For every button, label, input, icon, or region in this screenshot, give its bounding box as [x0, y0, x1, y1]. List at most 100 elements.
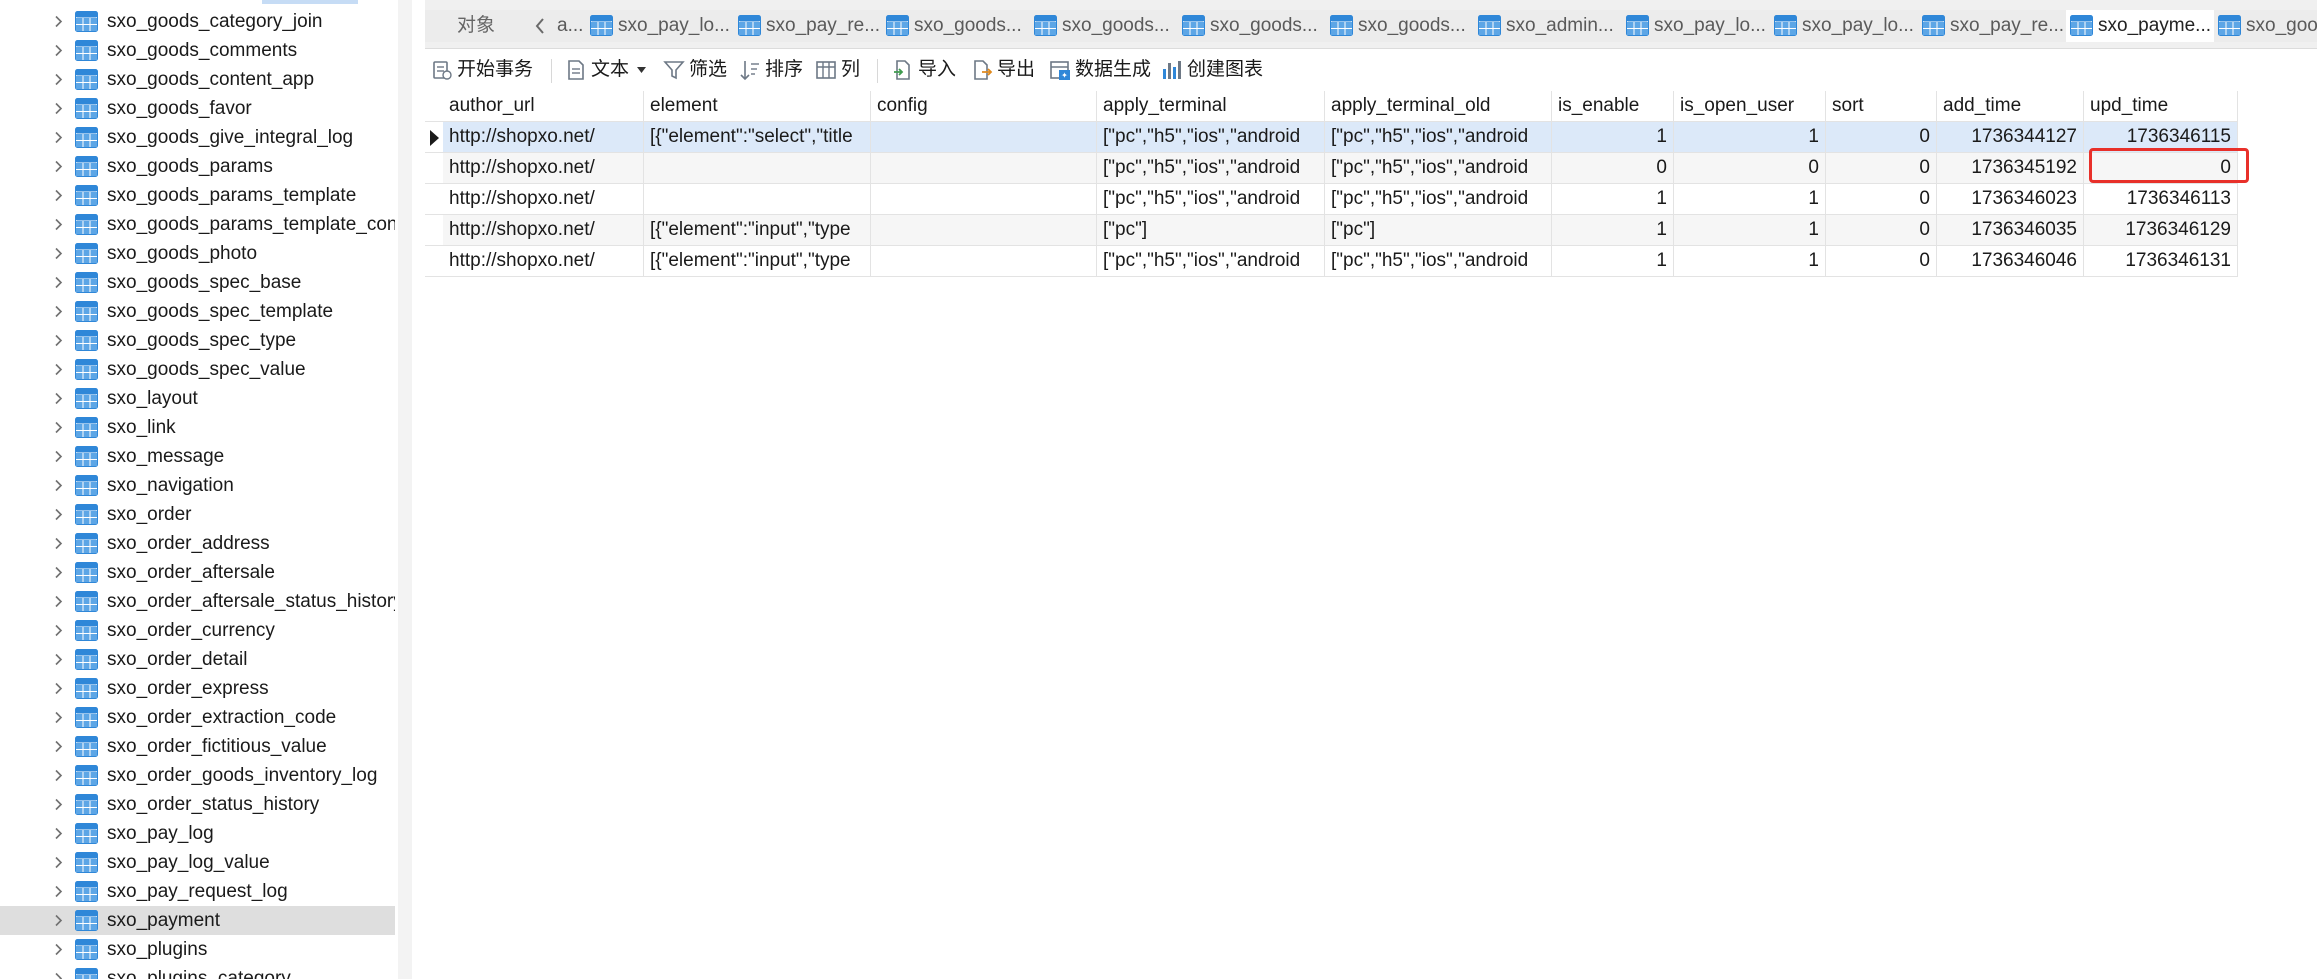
table-row[interactable]: http://shopxo.net/ ["pc","h5","ios","andr… [425, 184, 2238, 215]
sidebar-table-item[interactable]: sxo_message [0, 442, 395, 471]
cell-apply-terminal-old[interactable]: ["pc","h5","ios","android [1325, 184, 1552, 215]
import-button[interactable]: 导入 [892, 55, 964, 85]
chevron-right-icon[interactable] [52, 827, 65, 840]
cell-upd-time[interactable]: 1736346129 [2084, 215, 2238, 246]
chevron-right-icon[interactable] [52, 653, 65, 666]
cell-sort[interactable]: 0 [1826, 215, 1937, 246]
cell-apply-terminal-old[interactable]: ["pc"] [1325, 215, 1552, 246]
cell-is-enable[interactable]: 1 [1552, 184, 1674, 215]
cell-upd-time[interactable]: 0 [2084, 153, 2238, 184]
table-tab[interactable]: sxo_goods [2214, 10, 2317, 42]
chevron-right-icon[interactable] [52, 682, 65, 695]
column-header-author-url[interactable]: author_url [443, 91, 644, 122]
chevron-right-icon[interactable] [52, 711, 65, 724]
cell-is-open-user[interactable]: 1 [1674, 184, 1826, 215]
cell-upd-time[interactable]: 1736346115 [2084, 122, 2238, 153]
cell-sort[interactable]: 0 [1826, 246, 1937, 277]
cell-element[interactable]: [{"element":"input","type [644, 246, 871, 277]
chevron-right-icon[interactable] [52, 798, 65, 811]
sidebar-table-item[interactable]: sxo_layout [0, 384, 395, 413]
chevron-right-icon[interactable] [52, 305, 65, 318]
table-tab[interactable]: sxo_pay_lo... [1622, 10, 1771, 42]
cell-apply-terminal[interactable]: ["pc","h5","ios","android [1097, 122, 1325, 153]
table-tab[interactable]: sxo_goods... [882, 10, 1031, 42]
cell-apply-terminal[interactable]: ["pc","h5","ios","android [1097, 184, 1325, 215]
sidebar-table-item[interactable]: sxo_goods_favor [0, 94, 395, 123]
row-selector[interactable] [425, 153, 443, 184]
cell-apply-terminal-old[interactable]: ["pc","h5","ios","android [1325, 246, 1552, 277]
tab-objects[interactable]: 对象 [425, 10, 530, 42]
sidebar-table-item[interactable]: sxo_navigation [0, 471, 395, 500]
chevron-right-icon[interactable] [52, 740, 65, 753]
chevron-right-icon[interactable] [52, 943, 65, 956]
cell-config[interactable] [871, 122, 1097, 153]
chevron-right-icon[interactable] [52, 537, 65, 550]
sidebar-table-item[interactable]: sxo_order_aftersale [0, 558, 395, 587]
data-generation-button[interactable]: ✦ 数据生成 [1049, 55, 1159, 85]
chevron-right-icon[interactable] [52, 885, 65, 898]
sidebar-table-item[interactable]: sxo_order_currency [0, 616, 395, 645]
table-row[interactable]: http://shopxo.net/[{"element":"input","t… [425, 246, 2238, 277]
cell-element[interactable] [644, 153, 871, 184]
sidebar-table-item[interactable]: sxo_goods_content_app [0, 65, 395, 94]
cell-sort[interactable]: 0 [1826, 153, 1937, 184]
sidebar-table-item[interactable]: sxo_order_extraction_code [0, 703, 395, 732]
chevron-right-icon[interactable] [52, 479, 65, 492]
cell-upd-time[interactable]: 1736346131 [2084, 246, 2238, 277]
chevron-right-icon[interactable] [52, 247, 65, 260]
column-header-element[interactable]: element [644, 91, 871, 122]
column-header-apply-terminal[interactable]: apply_terminal [1097, 91, 1325, 122]
table-row[interactable]: http://shopxo.net/[{"element":"select","… [425, 122, 2238, 153]
cell-upd-time[interactable]: 1736346113 [2084, 184, 2238, 215]
sidebar-table-item[interactable]: sxo_goods_spec_template [0, 297, 395, 326]
sidebar-table-item[interactable]: sxo_goods_spec_base [0, 268, 395, 297]
cell-element[interactable]: [{"element":"select","title [644, 122, 871, 153]
table-tab[interactable]: sxo_payme... [2066, 10, 2215, 42]
column-header-upd-time[interactable]: upd_time [2084, 91, 2238, 122]
sidebar-table-item[interactable]: sxo_order [0, 500, 395, 529]
cell-config[interactable] [871, 184, 1097, 215]
columns-button[interactable]: 列 [815, 55, 865, 85]
cell-config[interactable] [871, 215, 1097, 246]
cell-sort[interactable]: 0 [1826, 122, 1937, 153]
cell-sort[interactable]: 0 [1826, 184, 1937, 215]
cell-is-open-user[interactable]: 1 [1674, 122, 1826, 153]
cell-author-url[interactable]: http://shopxo.net/ [443, 215, 644, 246]
cell-author-url[interactable]: http://shopxo.net/ [443, 122, 644, 153]
chevron-right-icon[interactable] [52, 450, 65, 463]
sidebar-table-item[interactable]: sxo_order_aftersale_status_history [0, 587, 395, 616]
sidebar-table-item[interactable]: sxo_plugins_category [0, 964, 395, 979]
sidebar-table-item[interactable]: sxo_order_goods_inventory_log [0, 761, 395, 790]
sidebar-table-item[interactable]: sxo_order_status_history [0, 790, 395, 819]
chevron-right-icon[interactable] [52, 44, 65, 57]
cell-apply-terminal[interactable]: ["pc"] [1097, 215, 1325, 246]
sidebar-table-item[interactable]: sxo_pay_request_log [0, 877, 395, 906]
sort-button[interactable]: 排序 [739, 55, 809, 85]
sidebar-scrollbar[interactable] [398, 0, 808, 979]
chevron-right-icon[interactable] [52, 131, 65, 144]
sidebar-table-item[interactable]: sxo_goods_give_integral_log [0, 123, 395, 152]
chevron-right-icon[interactable] [52, 856, 65, 869]
cell-element[interactable]: [{"element":"input","type [644, 215, 871, 246]
chevron-right-icon[interactable] [52, 334, 65, 347]
chevron-right-icon[interactable] [52, 914, 65, 927]
chevron-right-icon[interactable] [52, 218, 65, 231]
sidebar-table-item[interactable]: sxo_goods_spec_type [0, 326, 395, 355]
column-header-is-enable[interactable]: is_enable [1552, 91, 1674, 122]
filter-button[interactable]: 筛选 [663, 55, 733, 85]
cell-apply-terminal[interactable]: ["pc","h5","ios","android [1097, 246, 1325, 277]
table-tab[interactable]: sxo_pay_lo... [586, 10, 735, 42]
table-tab[interactable]: sxo_goods... [1326, 10, 1475, 42]
sidebar-table-item[interactable]: sxo_order_fictitious_value [0, 732, 395, 761]
tab-scroll-left-button[interactable] [529, 10, 552, 42]
table-row[interactable]: http://shopxo.net/ ["pc","h5","ios","andr… [425, 153, 2238, 184]
table-tab[interactable]: sxo_pay_re... [734, 10, 883, 42]
chevron-right-icon[interactable] [52, 189, 65, 202]
chevron-right-icon[interactable] [52, 102, 65, 115]
row-selector[interactable] [425, 122, 443, 153]
cell-apply-terminal-old[interactable]: ["pc","h5","ios","android [1325, 153, 1552, 184]
row-selector[interactable] [425, 184, 443, 215]
cell-add-time[interactable]: 1736344127 [1937, 122, 2084, 153]
sidebar-table-item[interactable]: sxo_goods_photo [0, 239, 395, 268]
sidebar-table-item[interactable]: sxo_order_address [0, 529, 395, 558]
